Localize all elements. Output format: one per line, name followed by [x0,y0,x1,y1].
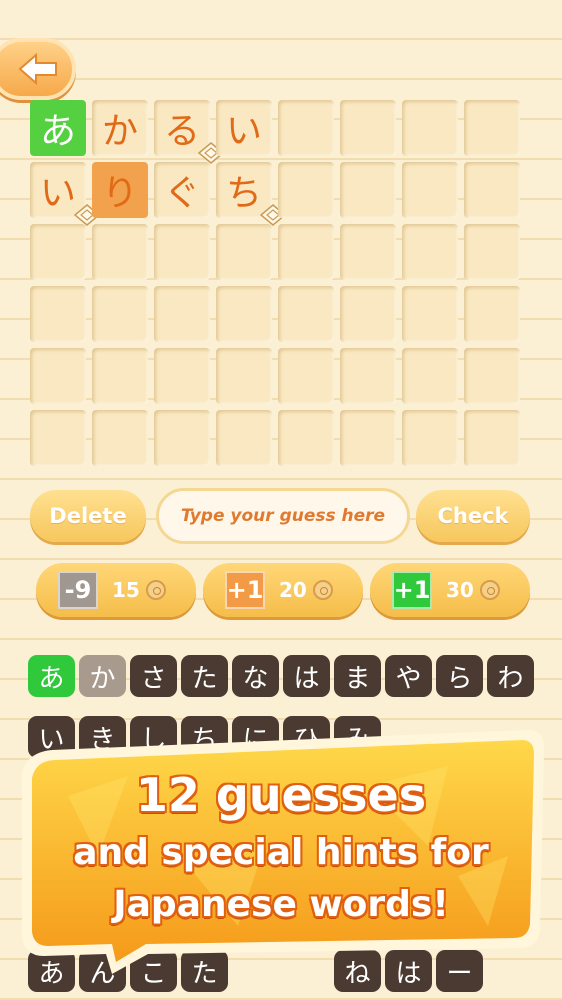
board-cell [278,162,334,218]
hint-tag: -9 [58,571,98,609]
board-cell [92,286,148,342]
hint-tag: +1 [392,571,432,609]
coin-icon [145,580,166,600]
arrow-left-icon [18,53,57,85]
board-cell [464,224,520,280]
board-cell [30,224,86,280]
board-cell [340,100,396,156]
check-button[interactable]: Check [416,490,530,542]
board-cell [464,410,520,466]
banner-line-3: Japanese words! [113,884,449,925]
board-cell [340,162,396,218]
keyboard-key[interactable]: あ [28,655,75,697]
keyboard-key[interactable]: ら [436,655,483,697]
board-cell [216,286,272,342]
board-cell: る [154,100,224,164]
board-cell [402,286,458,342]
banner-line-1: 12 guesses [135,768,427,822]
keyboard-key[interactable]: は [283,655,330,697]
board-cell [402,224,458,280]
board-cell [30,348,86,404]
board-cell [464,286,520,342]
board-cell [278,348,334,404]
board-cell: い [30,162,100,226]
delete-button[interactable]: Delete [30,490,146,542]
board-cell: あ [30,100,86,156]
keyboard-key[interactable]: ま [334,655,381,697]
board-cell: ち [216,162,286,226]
board-cell [402,410,458,466]
board-cell [464,162,520,218]
board-cell [278,286,334,342]
board-cell [402,348,458,404]
board-cell [464,348,520,404]
hint-cost: 20 [279,578,307,602]
board-cell [278,224,334,280]
hint-tag: +1 [225,571,265,609]
keyboard-key[interactable]: や [385,655,432,697]
board-cell: り [92,162,148,218]
board-cell: い [216,100,272,156]
hint-button-green[interactable]: +1 30 [370,563,530,617]
board-cell [154,348,210,404]
board-cell [340,224,396,280]
board-cell [402,162,458,218]
hint-row: -9 15 +1 20 +1 30 [36,563,532,617]
hint-cost: 15 [112,578,140,602]
board-cell [340,348,396,404]
keyboard-key[interactable]: さ [130,655,177,697]
coin-icon [312,580,333,600]
hint-button-orange[interactable]: +1 20 [203,563,363,617]
board-cell [216,224,272,280]
board-cell [92,224,148,280]
guess-actions: Delete Type your guess here Check [30,488,530,544]
coin-icon [479,580,500,600]
board-cell [216,410,272,466]
board-cell [30,286,86,342]
board-cell [464,100,520,156]
keyboard-key[interactable]: た [181,655,228,697]
keyboard-row-1: あかさたなはまやらわ [28,655,534,697]
promo-banner: 12 guesses and special hints for Japanes… [8,716,550,974]
board-cell [92,410,148,466]
board-cell: ぐ [154,162,210,218]
board-cell: か [92,100,148,156]
board-cell [216,348,272,404]
guess-board: あかるいいりぐち [30,100,520,466]
board-cell [278,100,334,156]
guess-input[interactable]: Type your guess here [156,488,410,544]
board-cell [30,410,86,466]
hint-button-reveal[interactable]: -9 15 [36,563,196,617]
board-cell [154,224,210,280]
board-cell [340,410,396,466]
keyboard-key[interactable]: か [79,655,126,697]
board-cell [278,410,334,466]
keyboard-key[interactable]: な [232,655,279,697]
banner-line-2: and special hints for [73,832,489,873]
board-cell [154,286,210,342]
board-cell [92,348,148,404]
board-cell [154,410,210,466]
back-button[interactable] [0,38,76,100]
hint-cost: 30 [446,578,474,602]
board-cell [340,286,396,342]
board-cell [402,100,458,156]
keyboard-key[interactable]: わ [487,655,534,697]
